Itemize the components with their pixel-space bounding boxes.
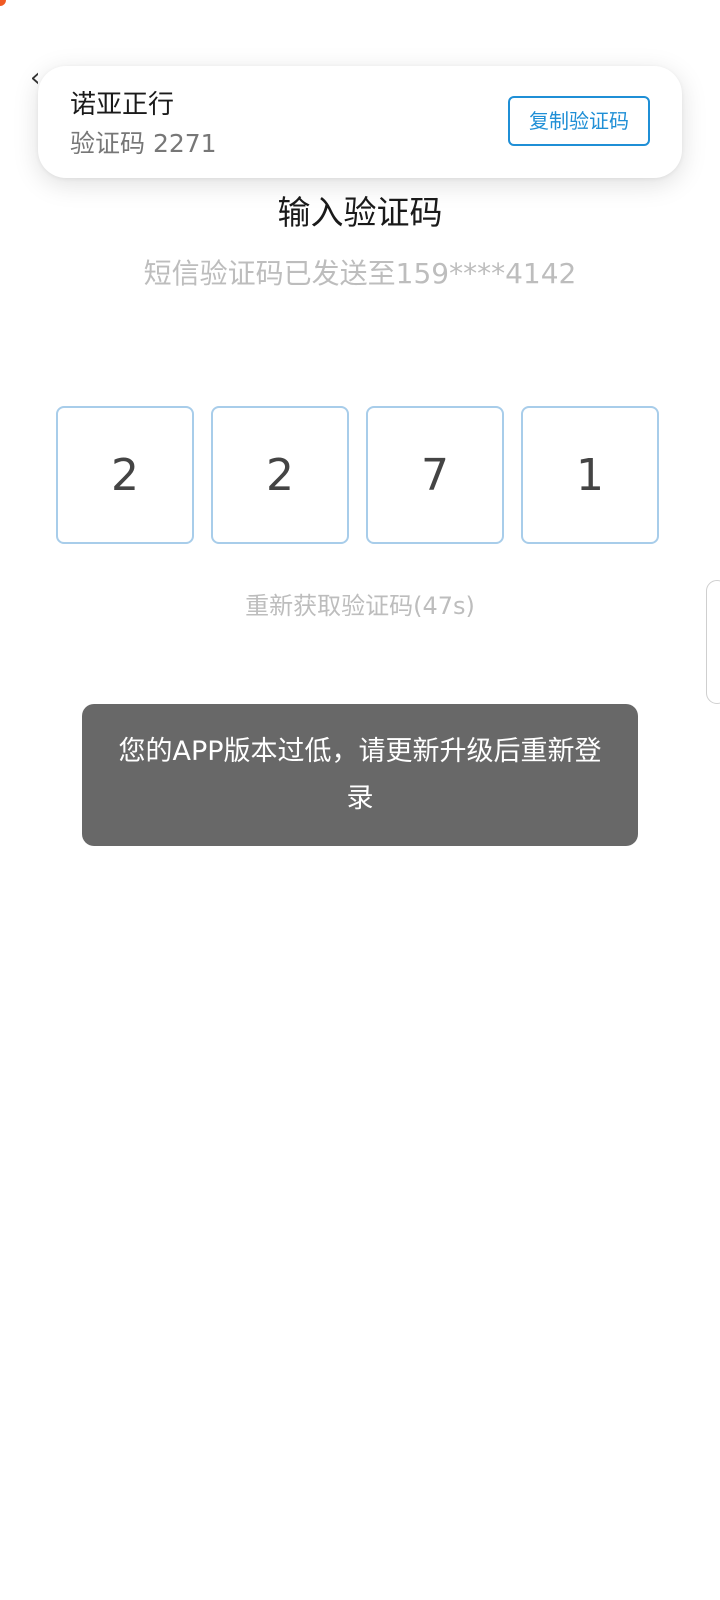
sent-to-phone-text: 短信验证码已发送至159****4142 (143, 257, 577, 290)
verification-screen: ‹ 诺亚正行 验证码 2271 复制验证码 输入验证码 短信验证码已发送至159… (0, 0, 720, 1600)
code-digit-box-3[interactable]: 7 (366, 406, 504, 544)
code-input-row: 2 2 7 1 (0, 406, 720, 544)
status-dot-icon (0, 0, 6, 6)
copy-code-button[interactable]: 复制验证码 (508, 96, 650, 146)
code-digit-box-2[interactable]: 2 (211, 406, 349, 544)
page-title: 输入验证码 (277, 193, 443, 232)
toast-message: 您的APP版本过低，请更新升级后重新登录 (82, 704, 638, 846)
sms-notification-banner[interactable]: 诺亚正行 验证码 2271 复制验证码 (38, 66, 682, 178)
side-edge-handle[interactable] (706, 580, 720, 704)
sms-message: 验证码 2271 (70, 129, 217, 158)
resend-code-countdown[interactable]: 重新获取验证码(47s) (0, 586, 720, 621)
sms-sender: 诺亚正行 (70, 90, 175, 120)
code-digit-box-1[interactable]: 2 (56, 406, 194, 544)
code-digit-box-4[interactable]: 1 (521, 406, 659, 544)
